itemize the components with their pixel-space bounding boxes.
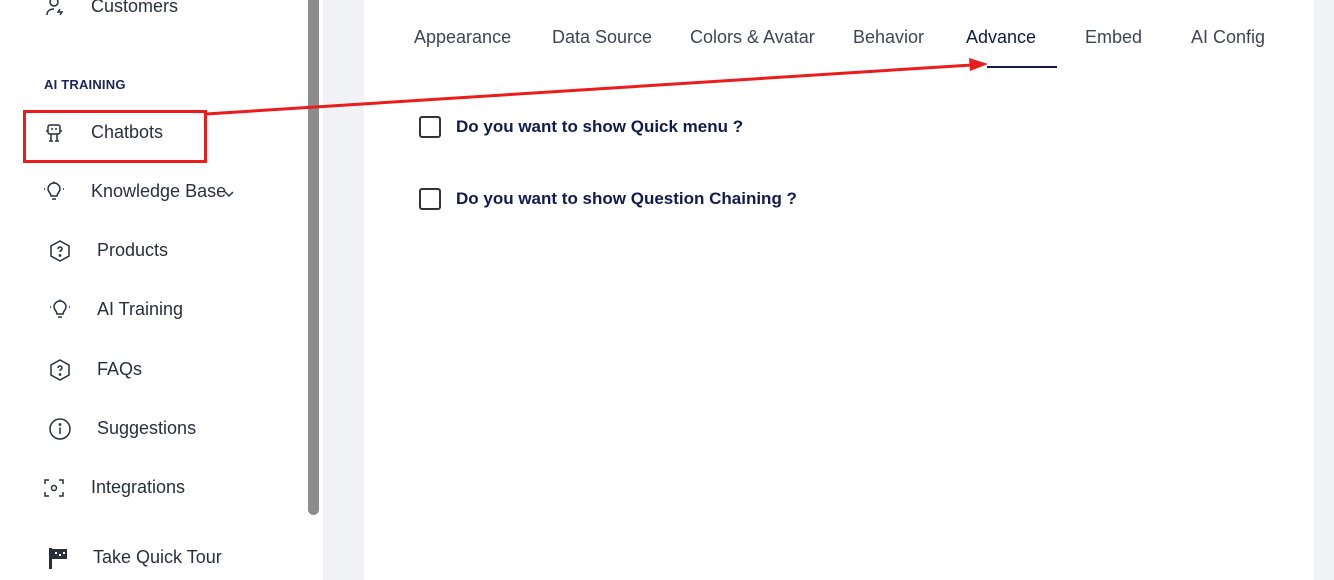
- question-chaining-option[interactable]: Do you want to show Question Chaining ?: [419, 188, 797, 210]
- section-title-ai-training: AI TRAINING: [44, 77, 126, 92]
- hexagon-question-icon: [48, 358, 72, 382]
- tab-ai-config[interactable]: AI Config: [1191, 27, 1265, 48]
- info-icon: [48, 417, 72, 441]
- lightbulb-icon: [48, 298, 72, 322]
- active-tab-indicator: [987, 66, 1057, 68]
- quick-menu-label: Do you want to show Quick menu ?: [456, 117, 744, 136]
- sidebar-item-label: Suggestions: [97, 418, 197, 438]
- sidebar-item-label: Products: [97, 240, 169, 260]
- sidebar-item-label: Take Quick Tour: [93, 547, 222, 567]
- sidebar-item-customers[interactable]: Customers: [24, 0, 294, 28]
- lightbulb-icon: [42, 180, 66, 204]
- sidebar-item-label: Integrations: [91, 477, 186, 497]
- sidebar-item-ai-training[interactable]: AI Training: [24, 287, 294, 331]
- main-panel: [364, 0, 1314, 580]
- sidebar-item-faqs[interactable]: FAQs: [24, 347, 294, 391]
- flag-icon: [46, 546, 70, 570]
- sidebar-item-integrations[interactable]: Integrations: [24, 465, 294, 509]
- sidebar-scrollbar-thumb[interactable]: [308, 0, 319, 515]
- tab-behavior[interactable]: Behavior: [853, 27, 924, 48]
- tab-data-source[interactable]: Data Source: [552, 27, 652, 48]
- tab-advance[interactable]: Advance: [966, 27, 1036, 48]
- chevron-down-icon: [223, 184, 235, 205]
- question-chaining-checkbox[interactable]: [419, 188, 441, 210]
- sidebar-item-take-quick-tour[interactable]: Take Quick Tour: [24, 535, 294, 579]
- tab-colors-avatar[interactable]: Colors & Avatar: [690, 27, 815, 48]
- sidebar-item-label: Knowledge Base: [91, 181, 227, 201]
- sidebar-item-products[interactable]: Products: [24, 228, 294, 272]
- sidebar-item-knowledge-base[interactable]: Knowledge Base: [24, 169, 294, 213]
- sidebar-item-label: Customers: [91, 0, 179, 16]
- sidebar-item-label: AI Training: [97, 299, 184, 319]
- tab-appearance[interactable]: Appearance: [414, 27, 511, 48]
- hexagon-question-icon: [48, 239, 72, 263]
- scan-icon: [42, 476, 66, 500]
- annotation-highlight-box: [23, 110, 207, 163]
- tab-embed[interactable]: Embed: [1085, 27, 1142, 48]
- sidebar-item-suggestions[interactable]: Suggestions: [24, 406, 294, 450]
- question-chaining-label: Do you want to show Question Chaining ?: [456, 189, 797, 208]
- quick-menu-option[interactable]: Do you want to show Quick menu ?: [419, 116, 743, 138]
- quick-menu-checkbox[interactable]: [419, 116, 441, 138]
- user-bolt-icon: [44, 0, 68, 19]
- sidebar: Customers AI TRAINING Chatbots Knowledge…: [0, 0, 305, 580]
- sidebar-item-label: FAQs: [97, 359, 143, 379]
